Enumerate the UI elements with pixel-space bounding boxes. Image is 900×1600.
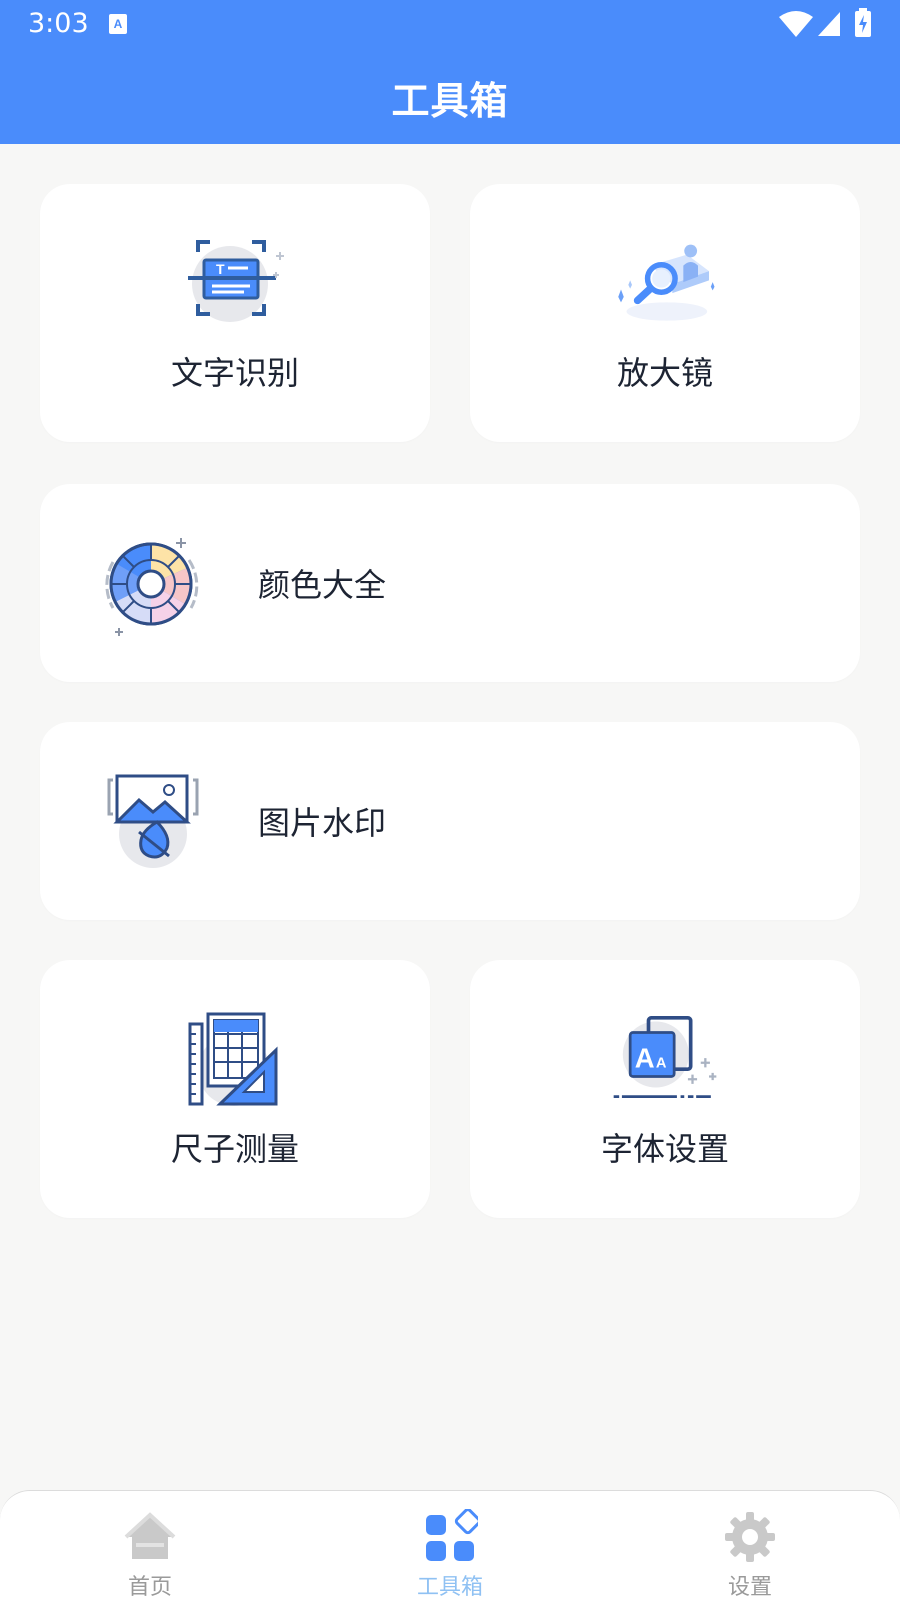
bottom-navigation: 首页 工具箱 设置 bbox=[0, 1490, 900, 1600]
page-title: 工具箱 bbox=[391, 79, 509, 123]
svg-text:A: A bbox=[635, 1042, 655, 1073]
card-label: 放大镜 bbox=[616, 354, 713, 392]
text-scan-icon: T bbox=[188, 240, 284, 322]
ruler-measure-card[interactable]: 尺子测量 bbox=[40, 960, 430, 1218]
toolbox-icon bbox=[426, 1509, 478, 1561]
color-collection-card[interactable]: 颜色大全 bbox=[40, 484, 860, 682]
font-settings-icon: A A bbox=[613, 1016, 717, 1099]
nav-label: 设置 bbox=[727, 1575, 772, 1600]
font-settings-card[interactable]: A A 字体设置 bbox=[470, 960, 860, 1218]
nav-label: 首页 bbox=[127, 1575, 172, 1600]
nav-item-settings[interactable]: 设置 bbox=[690, 1509, 810, 1600]
magnifier-icon bbox=[618, 244, 715, 321]
app-root: 3:03 A 工具箱 T 文字识别 放大镜 颜色大全 图片水印 尺子测量 A A… bbox=[0, 0, 900, 1600]
gear-icon bbox=[725, 1512, 775, 1562]
magnifier-card[interactable]: 放大镜 bbox=[470, 184, 860, 442]
card-label: 图片水印 bbox=[258, 804, 387, 842]
svg-text:T: T bbox=[216, 261, 225, 277]
nav-label: 工具箱 bbox=[416, 1575, 483, 1600]
card-label: 文字识别 bbox=[170, 354, 299, 392]
card-label: 尺子测量 bbox=[170, 1130, 299, 1168]
status-bar: 3:03 A bbox=[0, 0, 900, 50]
nav-item-toolbox[interactable]: 工具箱 bbox=[390, 1509, 510, 1600]
keyboard-a-icon: A bbox=[109, 14, 127, 34]
battery-icon bbox=[855, 8, 871, 37]
home-icon bbox=[124, 1512, 176, 1559]
svg-text:A: A bbox=[114, 17, 123, 31]
image-watermark-icon bbox=[107, 774, 199, 868]
color-wheel-icon bbox=[105, 538, 199, 636]
ruler-icon bbox=[188, 1012, 278, 1106]
header: 3:03 A 工具箱 bbox=[0, 0, 900, 144]
signal-icon bbox=[818, 12, 840, 36]
card-label: 颜色大全 bbox=[258, 566, 387, 604]
wifi-icon bbox=[779, 11, 813, 37]
svg-text:A: A bbox=[656, 1055, 667, 1071]
nav-item-home[interactable]: 首页 bbox=[90, 1509, 210, 1600]
status-time: 3:03 bbox=[28, 8, 89, 39]
text-recognition-card[interactable]: T 文字识别 bbox=[40, 184, 430, 442]
image-watermark-card[interactable]: 图片水印 bbox=[40, 722, 860, 920]
card-label: 字体设置 bbox=[600, 1130, 729, 1168]
